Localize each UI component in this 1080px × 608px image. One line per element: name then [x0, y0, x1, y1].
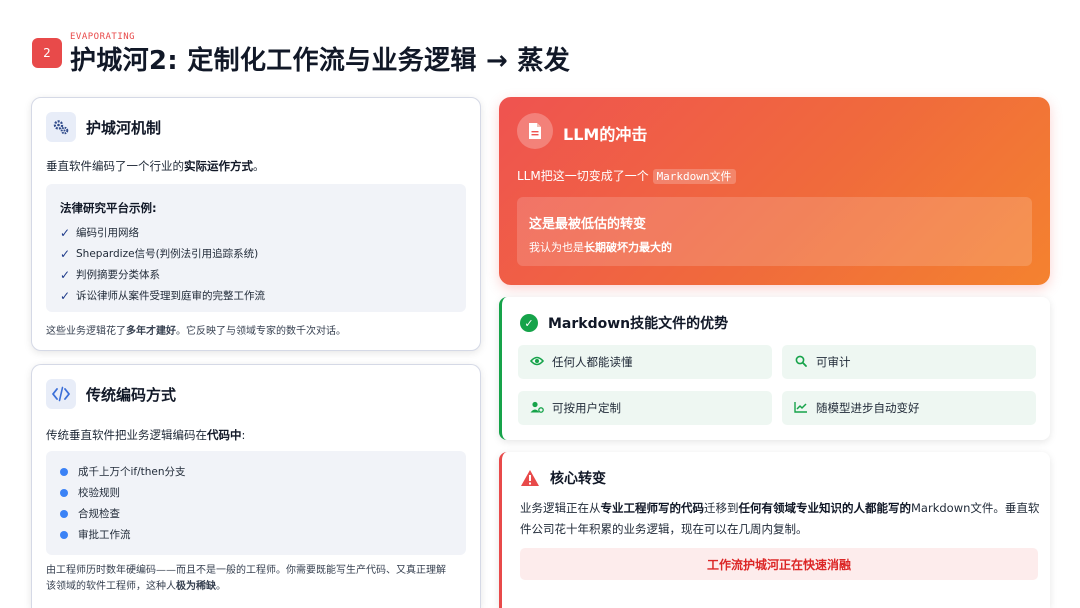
list-item: 校验规则 [60, 482, 186, 503]
traditional-coding-card: 传统编码方式 传统垂直软件把业务逻辑编码在代码中: 成千上万个if/then分支… [31, 364, 481, 608]
card-header: ✓ Markdown技能文件的优势 [520, 313, 728, 333]
coding-box: 成千上万个if/then分支 校验规则 合规检查 审批工作流 [46, 451, 466, 555]
document-icon [517, 113, 553, 149]
list-item: 成千上万个if/then分支 [60, 461, 186, 482]
advantage-tile: 可审计 [782, 345, 1036, 379]
advantage-tile: 可按用户定制 [518, 391, 772, 425]
moat-dissolving-banner: 工作流护城河正在快速消融 [520, 548, 1038, 580]
example-box-title: 法律研究平台示例: [60, 201, 157, 215]
card-title: 核心转变 [550, 471, 606, 487]
card-title: 传统编码方式 [86, 385, 177, 404]
slide-title: 护城河2: 定制化工作流与业务逻辑 → 蒸发 [70, 46, 571, 76]
user-gear-icon [528, 401, 546, 416]
llm-subtitle: LLM把这一切变成了一个 Markdown文件 [517, 167, 736, 184]
slide-header: 2 EVAPORATING 护城河2: 定制化工作流与业务逻辑 → 蒸发 [32, 32, 1032, 78]
example-box: 法律研究平台示例: ✓ 编码引用网络 ✓ Shepardize信号(判例法引用追踪系… [46, 184, 466, 312]
list-item: ✓ 判例摘要分类体系 [60, 267, 160, 282]
example-list: ✓ 编码引用网络 ✓ Shepardize信号(判例法引用追踪系统) ✓ 判例摘要分类… [60, 222, 265, 306]
check-icon: ✓ [60, 288, 71, 303]
list-item: 合规检查 [60, 503, 186, 524]
moat-note: 这些业务逻辑花了多年才建好。它反映了与领域专家的数千次对话。 [46, 326, 346, 337]
section-number-badge: 2 [32, 38, 62, 68]
callout-text: 我认为也是长期破坏力最大的 [529, 241, 672, 254]
bullet-dot [60, 467, 68, 476]
markdown-advantages-card: ✓ Markdown技能文件的优势 任何人都能读懂 可审计 可按用户定制 随模型… [499, 297, 1050, 440]
card-title: 护城河机制 [86, 118, 162, 137]
llm-impact-card: LLM的冲击 LLM把这一切变成了一个 Markdown文件 这是最被低估的转变… [499, 97, 1050, 285]
moat-mechanism-card: 护城河机制 垂直软件编码了一个行业的实际运作方式。 法律研究平台示例: ✓ 编码引… [31, 97, 481, 351]
coding-list: 成千上万个if/then分支 校验规则 合规检查 审批工作流 [60, 461, 186, 545]
eye-icon [528, 355, 546, 369]
check-icon: ✓ [60, 267, 71, 282]
card-header: 核心转变 [520, 468, 606, 488]
list-item: ✓ 诉讼律师从案件受理到庭审的完整工作流 [60, 288, 265, 303]
bullet-dot [60, 488, 68, 497]
list-item: ✓ Shepardize信号(判例法引用追踪系统) [60, 246, 259, 261]
search-icon [792, 355, 810, 370]
check-circle-icon: ✓ [520, 314, 538, 332]
shift-description: 业务逻辑正在从专业工程师写的代码迁移到任何有领域专业知识的人都能写的Markdo… [520, 501, 1040, 536]
card-header: 护城河机制 [46, 112, 161, 142]
check-icon: ✓ [60, 246, 71, 261]
chart-line-icon [792, 401, 810, 416]
bullet-dot [60, 509, 68, 518]
card-title: LLM的冲击 [563, 125, 648, 144]
traditional-intro: 传统垂直软件把业务逻辑编码在代码中: [46, 428, 246, 442]
list-item: ✓ 编码引用网络 [60, 225, 139, 240]
card-header: 传统编码方式 [46, 379, 176, 409]
core-shift-card: 核心转变 业务逻辑正在从专业工程师写的代码迁移到任何有领域专业知识的人都能写的M… [499, 452, 1050, 608]
bullet-dot [60, 530, 68, 539]
markdown-file-code: Markdown文件 [652, 169, 736, 184]
traditional-note: 由工程师历时数年硬编码——而且不是一般的工程师。你需要既能写生产代码、又真正理解… [46, 565, 446, 592]
check-icon: ✓ [60, 225, 71, 240]
list-item: 审批工作流 [60, 524, 186, 545]
advantage-tile: 随模型进步自动变好 [782, 391, 1036, 425]
code-icon [46, 379, 76, 409]
llm-callout: 这是最被低估的转变 我认为也是长期破坏力最大的 [517, 197, 1032, 266]
advantage-tile: 任何人都能读懂 [518, 345, 772, 379]
warning-icon [520, 469, 540, 487]
gears-icon [46, 112, 76, 142]
card-title: Markdown技能文件的优势 [548, 316, 729, 332]
callout-title: 这是最被低估的转变 [529, 217, 647, 232]
moat-intro: 垂直软件编码了一个行业的实际运作方式。 [46, 159, 265, 173]
